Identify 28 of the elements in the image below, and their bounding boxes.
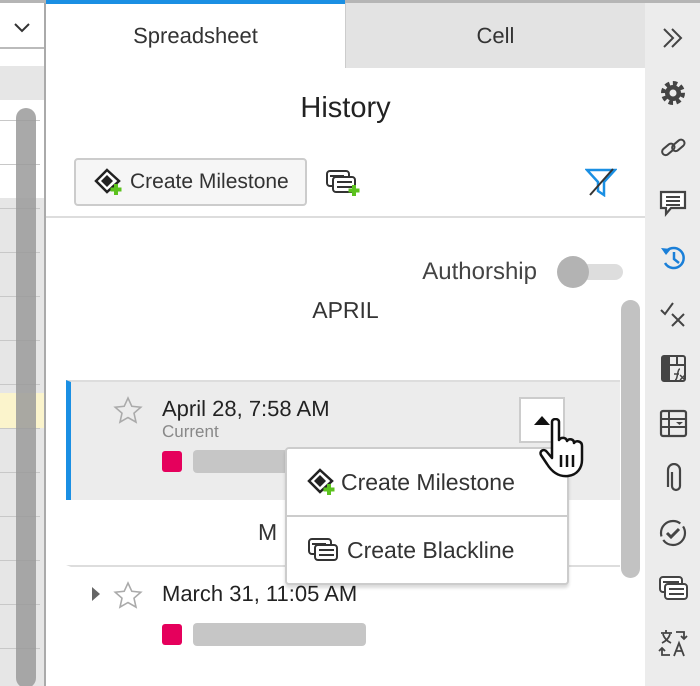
entry-status: Current [162, 422, 220, 442]
entry-date: April 28, 7:58 AM [162, 396, 331, 422]
month-heading: M [257, 518, 278, 547]
milestone-icon [307, 467, 337, 497]
filter-button[interactable] [585, 167, 617, 197]
entry-date: March 31, 11:05 AM [162, 581, 358, 607]
stacked-cards-plus-icon [324, 167, 361, 197]
create-milestone-button[interactable]: Create Milestone [74, 158, 307, 206]
caret-up-icon [534, 416, 550, 424]
panel-title: History [299, 91, 392, 126]
funnel-off-icon [585, 167, 617, 197]
speech-bubble-icon[interactable] [658, 188, 688, 218]
star-icon[interactable] [113, 396, 143, 426]
tab[interactable]: Cell [345, 3, 645, 68]
star-icon[interactable] [113, 581, 143, 611]
chevron-down-icon[interactable] [14, 23, 30, 33]
translate-icon[interactable] [658, 628, 688, 658]
menu-item[interactable]: Create Blackline [287, 515, 567, 583]
expand-arrow-icon[interactable] [91, 586, 101, 602]
check-circle-icon[interactable] [658, 518, 688, 548]
scrollbar-thumb[interactable] [621, 300, 640, 578]
create-blackline-button[interactable] [324, 167, 361, 197]
month-heading: APRIL [311, 296, 380, 325]
authorship-label: Authorship [422, 258, 537, 286]
table-icon[interactable] [658, 408, 688, 438]
authorship-toggle[interactable] [557, 256, 623, 288]
milestone-icon [94, 167, 124, 197]
stacked-cards-icon[interactable] [658, 573, 688, 603]
